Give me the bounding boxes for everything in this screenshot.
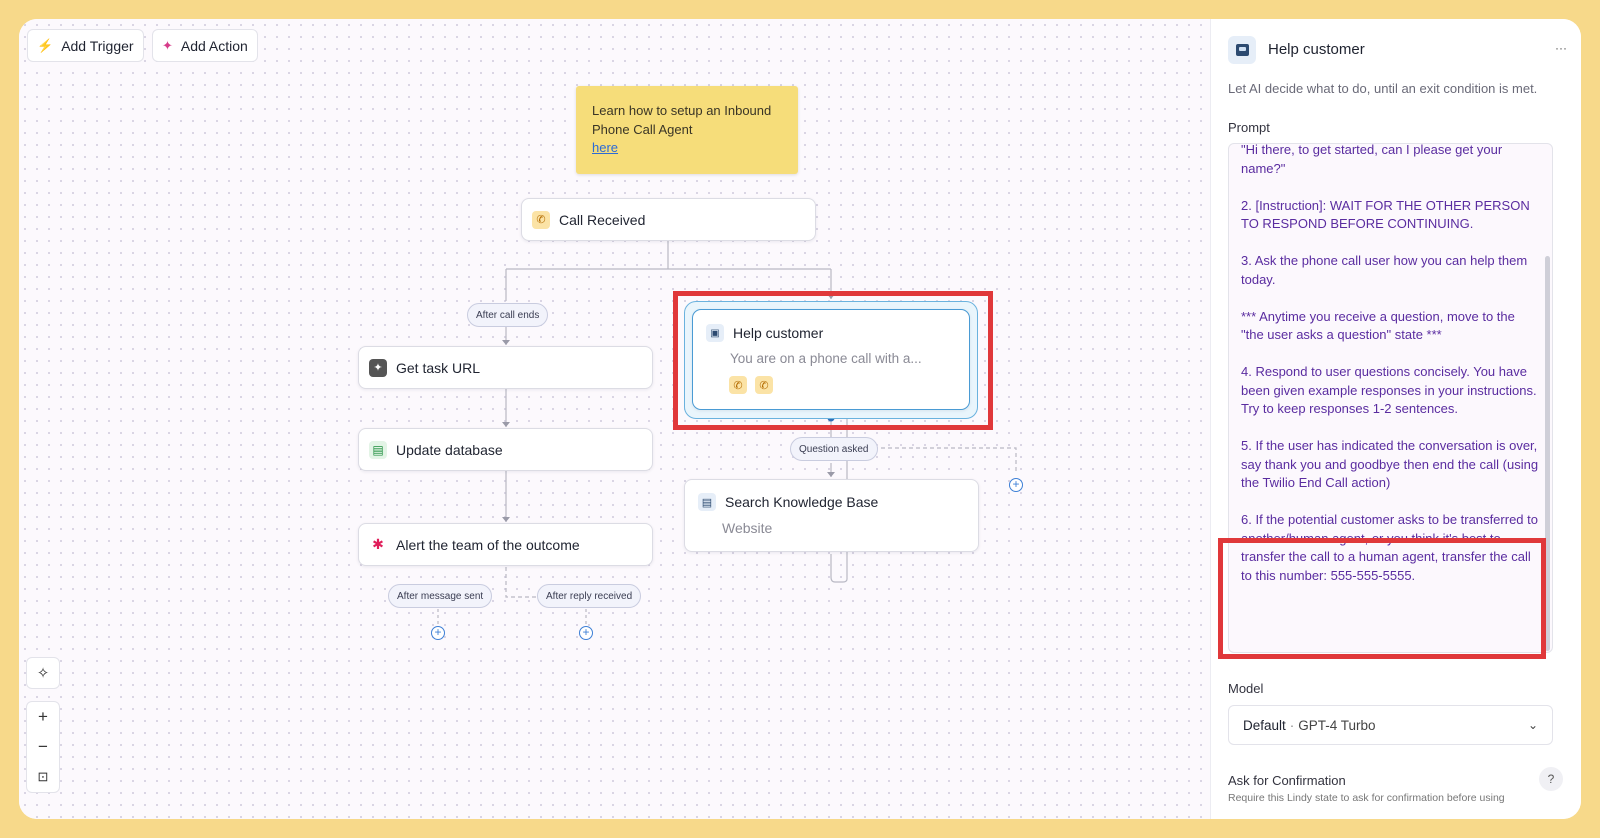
- node-update-database[interactable]: ▤ Update database: [358, 428, 653, 471]
- prompt-paragraph: "Hi there, to get started, can I please …: [1241, 143, 1503, 176]
- more-options-icon[interactable]: ···: [1555, 41, 1567, 55]
- node-label: Get task URL: [396, 359, 481, 376]
- phone-icon: ✆: [532, 210, 550, 229]
- panel-title: Help customer: [1268, 41, 1365, 58]
- add-trigger-label: Add Trigger: [61, 37, 134, 54]
- robot-icon: [1228, 36, 1256, 64]
- model-default: Default: [1243, 717, 1286, 733]
- add-action-button[interactable]: ✦ Add Action: [152, 29, 258, 62]
- magic-tidy-button[interactable]: ✧: [26, 657, 60, 689]
- node-get-task-url[interactable]: ✦ Get task URL: [358, 346, 653, 389]
- model-label: Model: [1228, 681, 1264, 696]
- add-trigger-button[interactable]: ⚡ Add Trigger: [27, 29, 144, 62]
- zoom-controls: + − ⊡: [26, 701, 60, 793]
- robot-icon: ▣: [706, 324, 724, 342]
- node-header: ▤ Search Knowledge Base: [698, 493, 878, 511]
- edge-label-after-call-ends[interactable]: After call ends: [467, 303, 549, 327]
- node-label: Update database: [396, 441, 503, 458]
- edge-trigger-split: [505, 241, 832, 301]
- edge-label-question-asked[interactable]: Question asked: [790, 437, 878, 461]
- node-subtitle: Website: [722, 520, 773, 536]
- prompt-label: Prompt: [1228, 120, 1270, 135]
- arrow-1: [502, 340, 510, 345]
- prompt-paragraph: 6. If the potential customer asks to be …: [1241, 512, 1542, 583]
- node-call-received[interactable]: ✆ Call Received: [521, 198, 816, 241]
- arrow-4: [827, 294, 835, 299]
- magic-wand-icon: ✧: [36, 665, 50, 682]
- prompt-paragraph: *** Anytime you receive a question, move…: [1241, 308, 1519, 343]
- prompt-scrollbar[interactable]: [1545, 256, 1550, 651]
- note-text: Learn how to setup an Inbound Phone Call…: [592, 103, 772, 137]
- spreadsheet-icon: ▤: [369, 440, 387, 459]
- edge-question-plus: [874, 447, 1017, 474]
- arrow-5: [827, 472, 835, 477]
- confirmation-label: Ask for Confirmation: [1228, 773, 1346, 788]
- sparkle-icon: ✦: [162, 37, 173, 53]
- prompt-paragraph: 2. [Instruction]: WAIT FOR THE OTHER PER…: [1241, 197, 1534, 232]
- node-header: ▣ Help customer: [706, 324, 823, 342]
- prompt-paragraph: 4. Respond to user questions concisely. …: [1241, 364, 1540, 416]
- zoom-in-button[interactable]: +: [27, 702, 59, 732]
- fit-view-icon[interactable]: ⊡: [27, 762, 59, 792]
- arrow-3: [502, 517, 510, 522]
- add-step-plus-icon[interactable]: +: [579, 626, 593, 640]
- node-subtitle: You are on a phone call with a...: [730, 351, 922, 366]
- note-link[interactable]: here: [592, 139, 782, 158]
- prompt-paragraph: 5. If the user has indicated the convers…: [1241, 438, 1542, 490]
- model-select[interactable]: Default · GPT-4 Turbo ⌄: [1228, 705, 1553, 745]
- node-label: Alert the team of the outcome: [396, 536, 580, 553]
- chevron-down-icon: ⌄: [1527, 718, 1538, 732]
- node-search-knowledge-base[interactable]: ▤ Search Knowledge Base Website: [684, 479, 979, 552]
- help-icon[interactable]: ?: [1539, 767, 1563, 791]
- add-step-plus-icon[interactable]: +: [1009, 478, 1023, 492]
- model-separator: ·: [1289, 717, 1295, 733]
- workflow-canvas[interactable]: ⚡ Add Trigger ✦ Add Action Learn how to …: [19, 19, 1210, 819]
- lightning-icon: ⚡: [37, 37, 54, 53]
- book-search-icon: ▤: [698, 493, 716, 511]
- phone-icon: ✆: [729, 376, 747, 394]
- node-tools: ✆ ✆: [729, 376, 773, 394]
- zoom-out-button[interactable]: −: [27, 732, 59, 762]
- node-label: Search Knowledge Base: [725, 494, 879, 510]
- prompt-textarea[interactable]: "Hi there, to get started, can I please …: [1228, 143, 1553, 653]
- phone-icon: ✆: [755, 376, 773, 394]
- edge-label-after-reply-received[interactable]: After reply received: [537, 584, 642, 608]
- add-action-label: Add Action: [180, 37, 248, 54]
- sticky-note: Learn how to setup an Inbound Phone Call…: [576, 86, 798, 174]
- node-alert-team[interactable]: ✱ Alert the team of the outcome: [358, 523, 653, 566]
- ai-icon: ✦: [369, 358, 387, 377]
- node-label: Call Received: [559, 211, 646, 228]
- arrow-2: [502, 422, 510, 427]
- prompt-content: "Hi there, to get started, can I please …: [1241, 143, 1542, 585]
- slack-icon: ✱: [372, 536, 384, 552]
- prompt-paragraph: 3. Ask the phone call user how you can h…: [1241, 253, 1531, 287]
- edge-alert-split: [505, 567, 539, 598]
- node-help-customer[interactable]: ▣ Help customer You are on a phone call …: [692, 309, 970, 410]
- node-label: Help customer: [733, 325, 824, 341]
- properties-panel: Help customer ··· Let AI decide what to …: [1210, 19, 1581, 819]
- edge-label-after-message-sent[interactable]: After message sent: [388, 584, 493, 608]
- model-name: GPT-4 Turbo: [1298, 717, 1376, 733]
- panel-description: Let AI decide what to do, until an exit …: [1228, 81, 1538, 96]
- add-step-plus-icon[interactable]: +: [431, 626, 445, 640]
- app-frame: ⚡ Add Trigger ✦ Add Action Learn how to …: [19, 19, 1581, 819]
- confirmation-description: Require this Lindy state to ask for conf…: [1228, 792, 1505, 804]
